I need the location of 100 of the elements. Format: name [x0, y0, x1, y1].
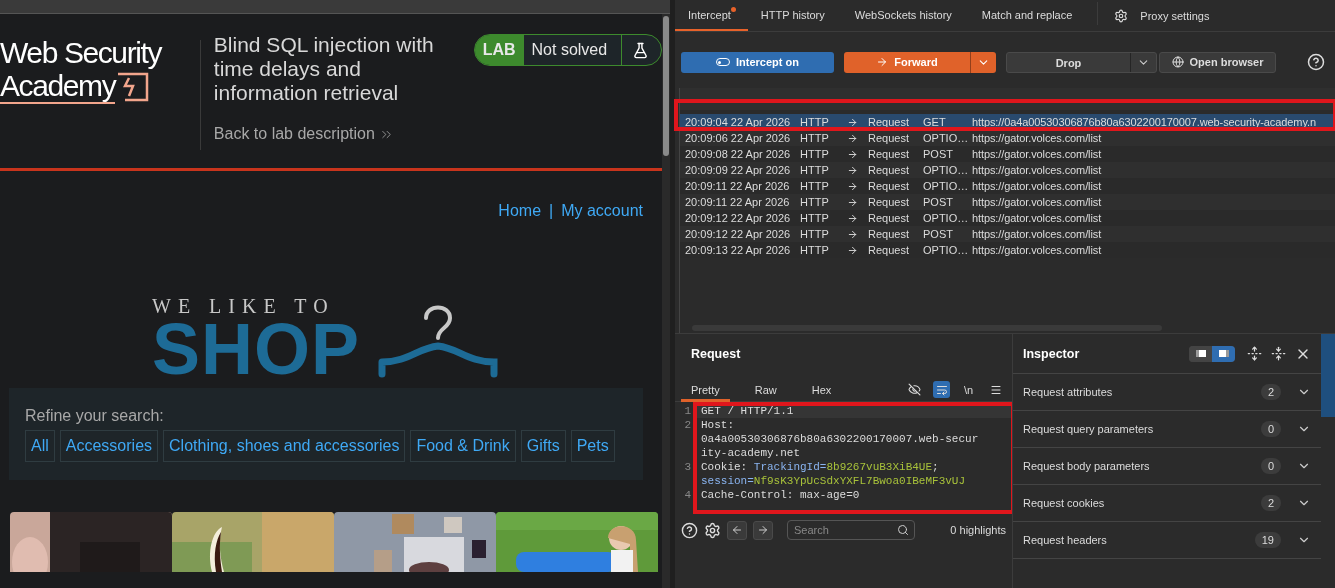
- proxy-tab[interactable]: HTTP history: [747, 0, 842, 31]
- section-count: 0: [1260, 458, 1281, 474]
- category-link[interactable]: Gifts: [520, 430, 566, 462]
- panel-title: Inspector: [1023, 346, 1080, 361]
- open-browser-button[interactable]: Open browser: [1159, 51, 1276, 73]
- nav-separator: |: [549, 202, 554, 220]
- settings-icon: [1114, 8, 1129, 23]
- inspector-section[interactable]: Request attributes 2: [1013, 374, 1321, 411]
- method-cell-text: OPTIO…: [922, 180, 967, 192]
- nav-link[interactable]: My account: [561, 202, 643, 220]
- inspector-section[interactable]: Request query parameters 0: [1013, 411, 1321, 448]
- editor-tab[interactable]: Hex: [801, 377, 842, 402]
- type-cell-text: HTTP: [799, 148, 830, 160]
- time-cell-text: 20:09:06 22 Apr 2026: [684, 132, 792, 144]
- inspector-section[interactable]: Request headers 19: [1013, 522, 1321, 559]
- editor-tab[interactable]: Raw: [744, 377, 787, 402]
- back-button[interactable]: [727, 520, 747, 540]
- type-cell-text: HTTP: [799, 164, 830, 176]
- collapse-all-icon[interactable]: [1271, 346, 1286, 361]
- proxy-tab[interactable]: Intercept: [675, 0, 748, 31]
- scrollbar[interactable]: [662, 14, 670, 588]
- direction-cell: Request: [842, 180, 918, 192]
- inspector-section[interactable]: Request body parameters 0: [1013, 448, 1321, 485]
- section-label: Request cookies: [1023, 497, 1105, 509]
- line-number: 4: [683, 488, 692, 502]
- type-cell-text: HTTP: [799, 132, 830, 144]
- category-link[interactable]: Accessories: [59, 430, 159, 462]
- arrow-right-icon: [847, 244, 858, 256]
- newline-toggle[interactable]: \n: [960, 381, 977, 398]
- code-line: Cookie: TrackingId=8b9267vuB3XiB4UE;: [700, 460, 940, 474]
- section-label: Request attributes: [1023, 386, 1113, 398]
- method-cell-text: POST: [922, 148, 954, 160]
- expand-all-icon[interactable]: [1247, 346, 1262, 361]
- section-label: Request headers: [1023, 534, 1107, 546]
- back-link[interactable]: Back to lab description: [213, 125, 464, 143]
- category-link[interactable]: All: [25, 430, 55, 462]
- code-line: Host:: [700, 418, 735, 432]
- help-icon[interactable]: [1307, 53, 1325, 71]
- section-count: 2: [1260, 495, 1281, 511]
- url-cell-text: https://gator.volces.com/list: [971, 212, 1102, 224]
- section-count: 2: [1260, 384, 1281, 400]
- direction-cell: Request: [842, 212, 918, 224]
- category-link[interactable]: Pets: [570, 430, 615, 462]
- history-row[interactable]: 20:09:11 22 Apr 2026 HTTP Request POST https://gator.volces.com/list: [680, 194, 1335, 210]
- code-line: ity-academy.net: [700, 446, 802, 460]
- type-cell-text: HTTP: [799, 180, 830, 192]
- nav-link[interactable]: Home: [498, 202, 542, 220]
- type-cell-text: HTTP: [799, 244, 830, 256]
- lab-title: Blind SQL injection with time delays and information retrieval: [213, 33, 435, 105]
- proxy-settings-tab[interactable]: Proxy settings: [1106, 0, 1218, 31]
- direction-cell: Request: [842, 148, 918, 160]
- time-cell-text: 20:09:12 22 Apr 2026: [684, 228, 792, 240]
- inspector-section[interactable]: Request cookies 2: [1013, 485, 1321, 522]
- lab-label: LAB: [474, 35, 524, 65]
- url-cell-text: https://gator.volces.com/list: [971, 164, 1102, 176]
- globe-icon: [1171, 56, 1184, 68]
- lightning-icon: [117, 72, 150, 102]
- layout-button[interactable]: [1212, 345, 1235, 362]
- settings-icon[interactable]: [704, 521, 721, 539]
- code-line: session=Nf9sK3YpUcSdxYXFL7Bwoa0IBeMF3vUJ: [700, 474, 967, 488]
- time-cell-text: 20:09:11 22 Apr 2026: [684, 180, 791, 192]
- forward-nav-button[interactable]: [753, 520, 773, 540]
- arrow-right-icon: [847, 180, 858, 192]
- history-row[interactable]: 20:09:09 22 Apr 2026 HTTP Request OPTIO… https://gator.volces.com/list: [680, 162, 1335, 178]
- arrow-right-icon: [847, 228, 858, 240]
- code-line: Cache-Control: max-age=0: [700, 488, 861, 502]
- line-number: 2: [683, 418, 692, 432]
- url-cell-text: https://gator.volces.com/list: [971, 244, 1102, 256]
- url-cell-text: https://0a4a00530306876b80a6302200170007.web-security-academy.n: [971, 116, 1316, 128]
- arrow-right-icon: [847, 196, 858, 208]
- type-cell-text: HTTP: [799, 212, 830, 224]
- help-icon[interactable]: [681, 521, 698, 539]
- shop-tagline: WE LIKE TO: [152, 295, 336, 318]
- arrow-right-icon: [847, 148, 858, 160]
- flask-icon: [632, 41, 650, 59]
- history-row[interactable]: 20:09:12 22 Apr 2026 HTTP Request POST https://gator.volces.com/list: [680, 226, 1335, 242]
- section-count: 0: [1260, 421, 1281, 437]
- time-cell-text: 20:09:09 22 Apr 2026: [684, 164, 792, 176]
- proxy-tab[interactable]: Match and replace: [968, 0, 1090, 31]
- wrap-icon[interactable]: [933, 381, 950, 398]
- section-label: Request query parameters: [1023, 423, 1154, 435]
- logo-text: Web Security: [0, 36, 163, 70]
- intercept-button[interactable]: Intercept on: [681, 51, 834, 73]
- direction-cell: Request: [842, 132, 918, 144]
- method-cell-text: OPTIO…: [922, 212, 967, 224]
- category-link[interactable]: Food & Drink: [410, 430, 516, 462]
- highlights-count: 0 highlights: [950, 524, 1006, 536]
- direction-cell: Request: [842, 196, 918, 208]
- url-cell-text: https://gator.volces.com/list: [971, 148, 1102, 160]
- method-cell-text: POST: [922, 196, 954, 208]
- arrow-left-icon: [731, 524, 743, 536]
- filter-label: Refine your search:: [25, 407, 165, 425]
- category-link[interactable]: Clothing, shoes and accessories: [163, 430, 406, 462]
- type-cell-text: HTTP: [799, 196, 830, 208]
- proxy-tab[interactable]: WebSockets history: [841, 0, 969, 31]
- url-cell-text: https://gator.volces.com/list: [971, 196, 1102, 208]
- search-field[interactable]: Search: [787, 520, 915, 540]
- hide-icon[interactable]: [906, 381, 923, 398]
- arrow-right-icon: [757, 524, 769, 536]
- direction-cell: Request: [842, 228, 918, 240]
